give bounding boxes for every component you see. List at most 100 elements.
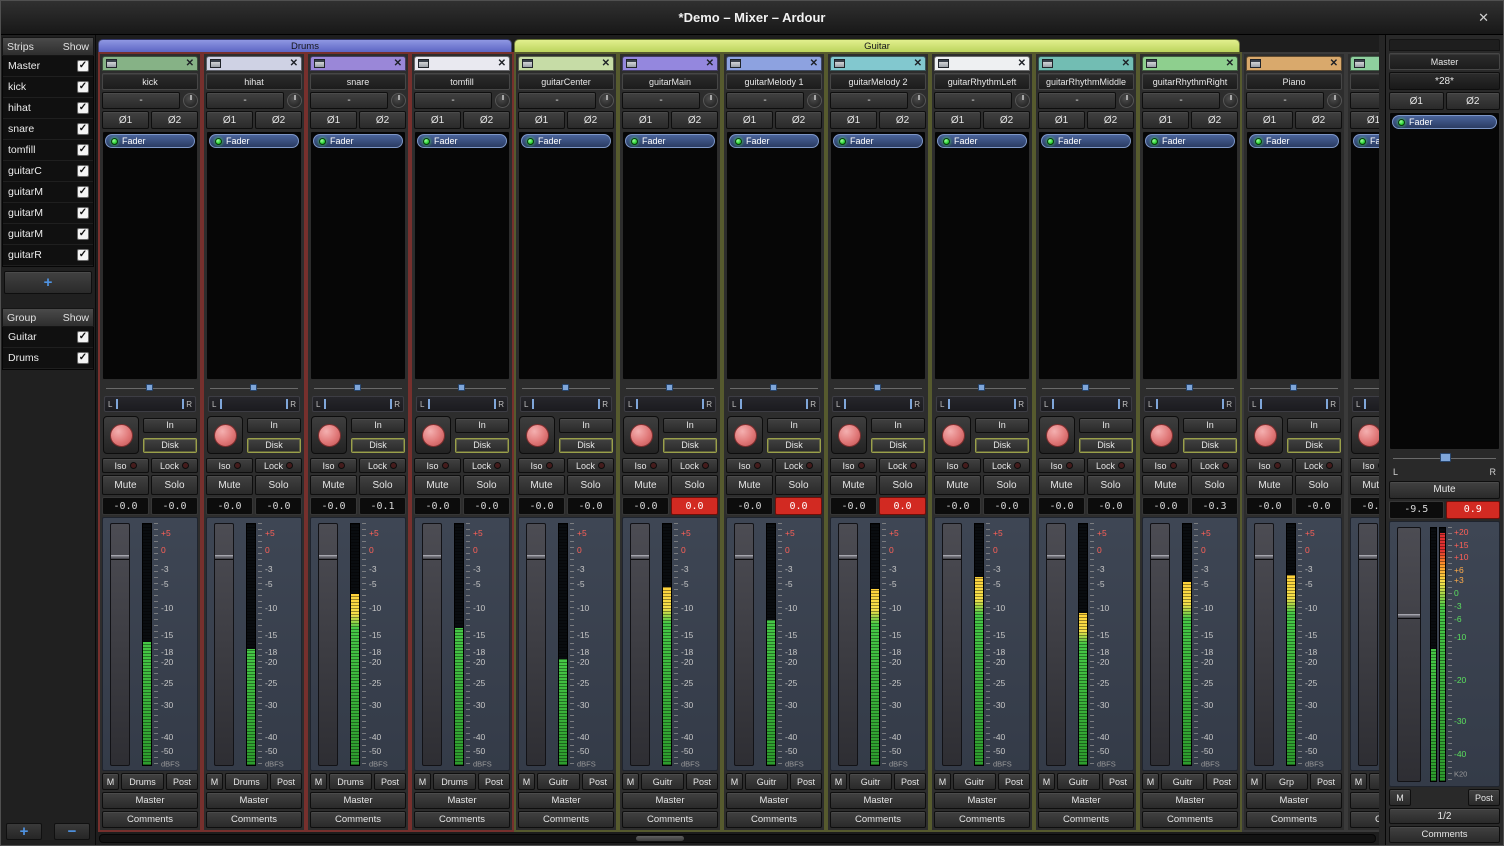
invert-2-button[interactable]: Ø2 bbox=[255, 111, 302, 129]
disk-monitor-button[interactable]: Disk bbox=[247, 438, 301, 453]
invert-1-button[interactable]: Ø1 bbox=[102, 111, 149, 129]
mono-button[interactable]: M bbox=[206, 773, 223, 790]
mute-button[interactable]: Mute bbox=[1038, 475, 1085, 495]
mute-button[interactable]: Mute bbox=[102, 475, 149, 495]
trim-control[interactable]: - bbox=[1142, 92, 1220, 109]
solo-isolate-button[interactable]: Iso bbox=[1350, 458, 1379, 473]
window-icon[interactable] bbox=[314, 59, 325, 68]
fader-processor-entry[interactable]: Fader bbox=[209, 134, 299, 148]
trim-control[interactable]: - bbox=[1246, 92, 1324, 109]
master-meter-bar-left[interactable] bbox=[1430, 527, 1437, 782]
fader[interactable] bbox=[838, 523, 858, 766]
invert-2-button[interactable]: Ø2 bbox=[463, 111, 510, 129]
disk-monitor-button[interactable]: Disk bbox=[351, 438, 405, 453]
disk-monitor-button[interactable]: Disk bbox=[767, 438, 821, 453]
master-invert-1-button[interactable]: Ø1 bbox=[1389, 92, 1444, 110]
meter-bar[interactable] bbox=[1182, 523, 1192, 766]
input-monitor-button[interactable]: In bbox=[975, 418, 1029, 433]
master-channels-button[interactable]: 1/2 bbox=[1389, 808, 1500, 824]
output-button[interactable]: Master bbox=[934, 792, 1030, 809]
trim-knob[interactable] bbox=[287, 93, 302, 108]
solo-button[interactable]: Solo bbox=[567, 475, 614, 495]
trim-knob[interactable] bbox=[911, 93, 926, 108]
comments-button[interactable]: Comments bbox=[1246, 811, 1342, 828]
output-button[interactable]: Master bbox=[1142, 792, 1238, 809]
gain-display[interactable]: -0.0 bbox=[1038, 497, 1085, 515]
mute-button[interactable]: Mute bbox=[206, 475, 253, 495]
master-fader-processor-entry[interactable]: Fader bbox=[1392, 115, 1497, 129]
disk-monitor-button[interactable]: Disk bbox=[559, 438, 613, 453]
fader-handle[interactable] bbox=[735, 555, 753, 560]
solo-button[interactable]: Solo bbox=[359, 475, 406, 495]
close-icon[interactable]: ✕ bbox=[394, 59, 402, 69]
master-meter-point-button[interactable]: Post bbox=[1468, 789, 1500, 806]
record-arm-button[interactable] bbox=[519, 416, 555, 454]
processor-box[interactable]: Fader bbox=[414, 131, 510, 380]
close-icon[interactable]: ✕ bbox=[1226, 59, 1234, 69]
pan-position-bar[interactable]: L R bbox=[1352, 396, 1379, 412]
pan-width-track[interactable] bbox=[1248, 382, 1340, 394]
mute-button[interactable]: Mute bbox=[1350, 475, 1379, 495]
meter-point-button[interactable]: Post bbox=[790, 773, 822, 790]
strip-name-button[interactable]: guitarCenter bbox=[518, 73, 614, 90]
gain-display[interactable]: -0.0 bbox=[622, 497, 669, 515]
solo-lock-button[interactable]: Lock bbox=[359, 458, 406, 473]
gain-display[interactable]: -0.0 bbox=[102, 497, 149, 515]
strip-name-button[interactable]: Piano bbox=[1246, 73, 1342, 90]
solo-isolate-button[interactable]: Iso bbox=[622, 458, 669, 473]
meter-bar[interactable] bbox=[350, 523, 360, 766]
pan-width-track[interactable] bbox=[1352, 382, 1379, 394]
strip-name-button[interactable]: guitarRhythmMiddle bbox=[1038, 73, 1134, 90]
trim-knob[interactable] bbox=[807, 93, 822, 108]
meter-point-button[interactable]: Post bbox=[894, 773, 926, 790]
trim-knob[interactable] bbox=[1327, 93, 1342, 108]
solo-button[interactable]: Solo bbox=[1191, 475, 1238, 495]
group-tab-drums[interactable]: Drums bbox=[98, 39, 512, 52]
invert-2-button[interactable]: Ø2 bbox=[879, 111, 926, 129]
solo-isolate-button[interactable]: Iso bbox=[934, 458, 981, 473]
input-monitor-button[interactable]: In bbox=[559, 418, 613, 433]
fader-handle[interactable] bbox=[423, 555, 441, 560]
peak-display[interactable]: 0.0 bbox=[775, 497, 822, 515]
comments-button[interactable]: Comments bbox=[622, 811, 718, 828]
processor-box[interactable]: Fader bbox=[1142, 131, 1238, 380]
comments-button[interactable]: Comments bbox=[102, 811, 198, 828]
invert-1-button[interactable]: Ø1 bbox=[310, 111, 357, 129]
comments-button[interactable]: Comments bbox=[206, 811, 302, 828]
output-button[interactable]: Master bbox=[1038, 792, 1134, 809]
mono-button[interactable]: M bbox=[830, 773, 847, 790]
fader-processor-entry[interactable]: Fader bbox=[833, 134, 923, 148]
trim-knob[interactable] bbox=[1223, 93, 1238, 108]
input-monitor-button[interactable]: In bbox=[455, 418, 509, 433]
input-monitor-button[interactable]: In bbox=[143, 418, 197, 433]
mute-button[interactable]: Mute bbox=[1246, 475, 1293, 495]
peak-display[interactable]: 0.0 bbox=[671, 497, 718, 515]
input-monitor-button[interactable]: In bbox=[1287, 418, 1341, 433]
group-button[interactable]: Guitr bbox=[1057, 773, 1100, 790]
input-monitor-button[interactable]: In bbox=[1183, 418, 1237, 433]
close-icon[interactable]: ✕ bbox=[914, 59, 922, 69]
peak-display[interactable]: -0.0 bbox=[151, 497, 198, 515]
add-group-button[interactable]: + bbox=[6, 823, 42, 840]
invert-1-button[interactable]: Ø1 bbox=[1038, 111, 1085, 129]
checkbox[interactable]: ✓ bbox=[77, 81, 89, 93]
master-name-button[interactable]: Master bbox=[1389, 53, 1500, 70]
group-button[interactable]: Grp bbox=[1265, 773, 1308, 790]
pan-handle[interactable] bbox=[1082, 384, 1089, 391]
solo-lock-button[interactable]: Lock bbox=[151, 458, 198, 473]
mono-button[interactable]: M bbox=[310, 773, 327, 790]
trim-control[interactable]: - bbox=[934, 92, 1012, 109]
pan-position-bar[interactable]: L R bbox=[624, 396, 716, 412]
horizontal-scrollbar[interactable] bbox=[99, 834, 1376, 843]
invert-1-button[interactable]: Ø1 bbox=[206, 111, 253, 129]
meter-bar[interactable] bbox=[1286, 523, 1296, 766]
gain-display[interactable]: -0.0 bbox=[414, 497, 461, 515]
trim-knob[interactable] bbox=[599, 93, 614, 108]
trim-control[interactable]: - bbox=[206, 92, 284, 109]
trim-control[interactable]: - bbox=[102, 92, 180, 109]
output-button[interactable]: Master bbox=[1246, 792, 1342, 809]
fader[interactable] bbox=[422, 523, 442, 766]
meter-bar[interactable] bbox=[454, 523, 464, 766]
fader[interactable] bbox=[526, 523, 546, 766]
invert-1-button[interactable]: Ø1 bbox=[622, 111, 669, 129]
